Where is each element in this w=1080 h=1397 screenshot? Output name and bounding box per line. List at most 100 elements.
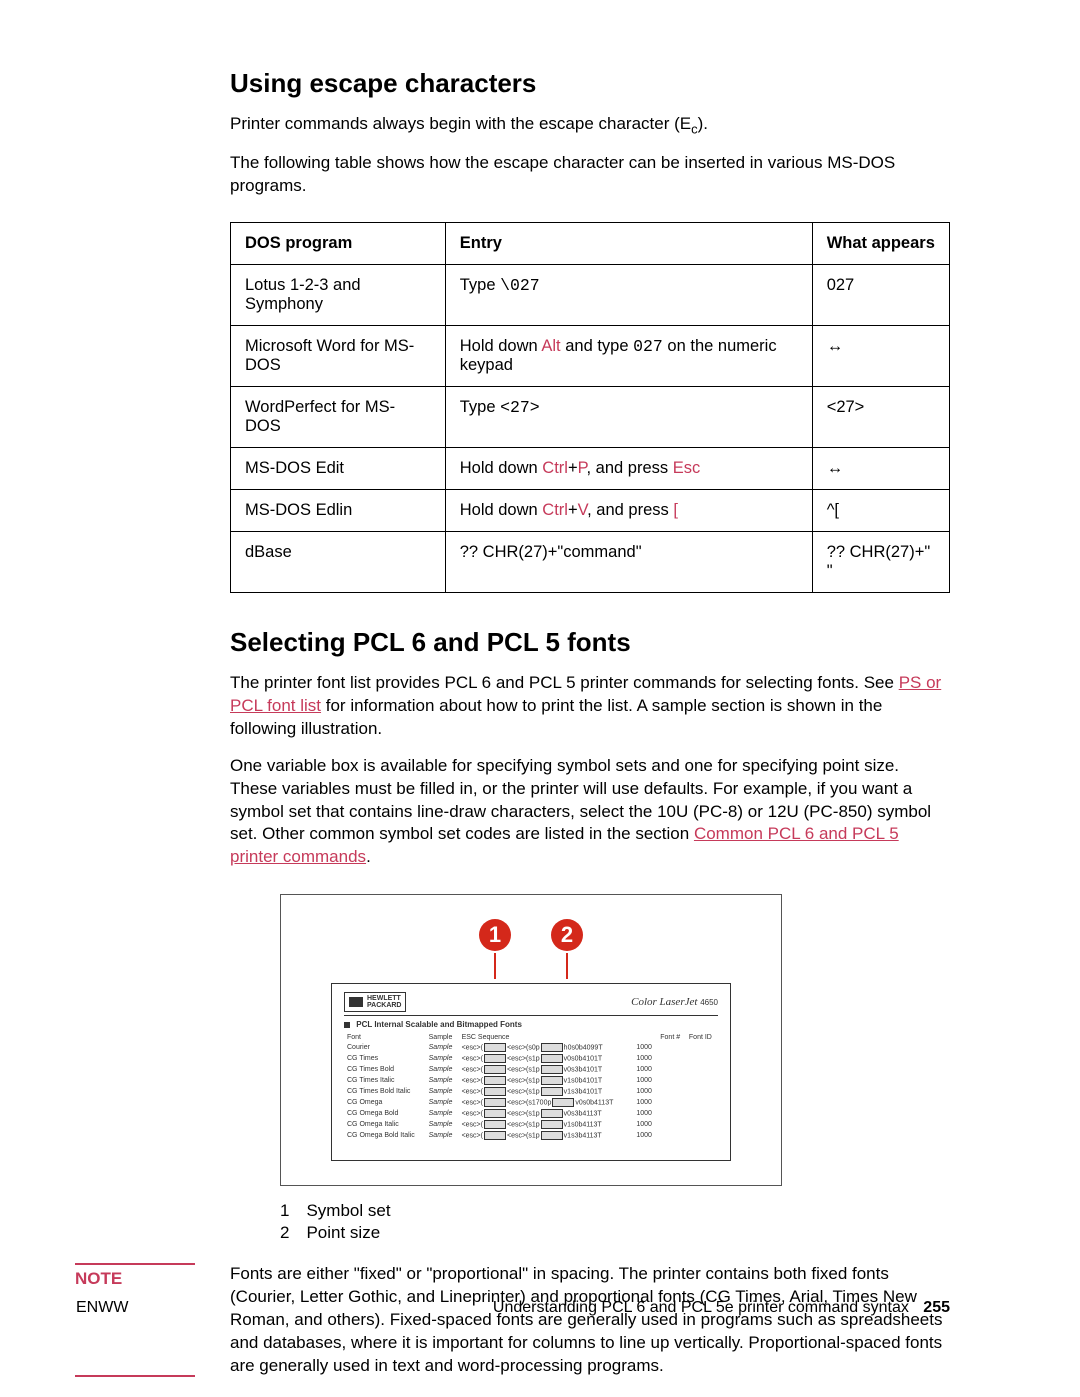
- mini-sample: Sample: [426, 1119, 459, 1130]
- callout-circle-2: 2: [551, 919, 583, 951]
- escape-table: DOS programEntryWhat appears Lotus 1-2-3…: [230, 222, 950, 593]
- symbol-set-box: [484, 1131, 506, 1140]
- mini-font-num: 1000: [633, 1064, 657, 1075]
- mini-esc: <esc>(<esc>(s1pv0s3b4101T: [459, 1064, 634, 1075]
- table-row: MS-DOS EditHold down Ctrl+P, and press E…: [231, 447, 950, 489]
- table-row: Microsoft Word for MS-DOSHold down Alt a…: [231, 325, 950, 386]
- mini-font-num: 1000: [633, 1108, 657, 1119]
- cell-entry: Type \027: [445, 264, 812, 325]
- mini-sample: Sample: [426, 1097, 459, 1108]
- mini-font-name: CG Omega Bold Italic: [344, 1130, 426, 1141]
- mini-font-num: 1000: [633, 1042, 657, 1053]
- mini-font-num: 1000: [633, 1053, 657, 1064]
- point-size-box: [541, 1076, 563, 1085]
- mini-sample: Sample: [426, 1086, 459, 1097]
- callout-line: [494, 953, 496, 979]
- mini-header-row: FontSampleESC SequenceFont #Font ID: [344, 1033, 718, 1042]
- note-label: NOTE: [75, 1269, 230, 1289]
- cell-entry: ?? CHR(27)+"command": [445, 531, 812, 592]
- symbol-set-box: [484, 1065, 506, 1074]
- footer-chapter: Understanding PCL 6 and PCL 5e printer c…: [493, 1299, 909, 1316]
- point-size-box: [541, 1043, 563, 1052]
- divider: [344, 1015, 718, 1016]
- note-sidebar: NOTE: [75, 1263, 230, 1377]
- symbol-set-box: [484, 1087, 506, 1096]
- mini-header: Font #: [657, 1033, 686, 1042]
- symbol-set-box: [484, 1109, 506, 1118]
- text: Type: [460, 276, 500, 294]
- mini-row: CG TimesSample<esc>(<esc>(s1pv0s0b4101T1…: [344, 1053, 718, 1064]
- hp-logo-text: HEWLETTPACKARD: [367, 995, 401, 1009]
- escape-para-1: Printer commands always begin with the e…: [230, 113, 950, 138]
- point-size-box: [541, 1087, 563, 1096]
- key-name: Alt: [541, 337, 560, 355]
- point-size-box: [552, 1098, 574, 1107]
- mini-font-name: CG Omega Bold: [344, 1108, 426, 1119]
- text: , and press: [587, 501, 673, 519]
- mini-sample: Sample: [426, 1042, 459, 1053]
- table-header: DOS program: [231, 222, 446, 264]
- mini-row: CG OmegaSample<esc>(<esc>(s1700pv0s0b411…: [344, 1097, 718, 1108]
- cell-program: Lotus 1-2-3 and Symphony: [231, 264, 446, 325]
- note-content: Fonts are either "fixed" or "proportiona…: [230, 1263, 950, 1392]
- mini-esc: <esc>(<esc>(s1pv1s3b4113T: [459, 1130, 634, 1141]
- symbol-set-box: [484, 1054, 506, 1063]
- mini-font-name: CG Times Italic: [344, 1075, 426, 1086]
- text: Type: [460, 398, 500, 416]
- text: +: [568, 459, 578, 477]
- table-header: Entry: [445, 222, 812, 264]
- hp-logo: HEWLETTPACKARD: [344, 992, 406, 1012]
- cell-appears: <27>: [812, 386, 949, 447]
- table-row: dBase ?? CHR(27)+"command" ?? CHR(27)+" ": [231, 531, 950, 592]
- table-row: MS-DOS EdlinHold down Ctrl+V, and press …: [231, 489, 950, 531]
- escape-para-2: The following table shows how the escape…: [230, 152, 950, 198]
- document-page: Using escape characters Printer commands…: [0, 0, 1080, 1397]
- note-text: Fonts are either "fixed" or "proportiona…: [230, 1263, 950, 1378]
- cell-entry: Hold down Ctrl+P, and press Esc: [445, 447, 812, 489]
- symbol-set-box: [484, 1076, 506, 1085]
- figure-legend: 1 Symbol set2 Point size: [280, 1201, 950, 1243]
- text: Hold down: [460, 459, 543, 477]
- point-size-box: [541, 1065, 563, 1074]
- mini-esc: <esc>(<esc>(s0ph0s0b4099T: [459, 1042, 634, 1053]
- cell-appears: 027: [812, 264, 949, 325]
- table-row: WordPerfect for MS-DOSType <27><27>: [231, 386, 950, 447]
- key-name: Ctrl: [542, 459, 568, 477]
- sheet-title: PCL Internal Scalable and Bitmapped Font…: [344, 1020, 718, 1029]
- note-block: NOTE Fonts are either "fixed" or "propor…: [75, 1263, 950, 1392]
- text: and type: [561, 337, 633, 355]
- sheet-title-text: PCL Internal Scalable and Bitmapped Font…: [356, 1020, 522, 1029]
- square-icon: [344, 1022, 350, 1028]
- mini-esc: <esc>(<esc>(s1pv1s3b4101T: [459, 1086, 634, 1097]
- cell-appears: ↔: [812, 325, 949, 386]
- mini-header: Sample: [426, 1033, 459, 1042]
- callout-line: [566, 953, 568, 979]
- mini-esc: <esc>(<esc>(s1700pv0s0b4113T: [459, 1097, 634, 1108]
- key-name: P: [578, 459, 587, 477]
- cell-program: dBase: [231, 531, 446, 592]
- mini-font-num: 1000: [633, 1097, 657, 1108]
- code-text: <27>: [500, 398, 540, 417]
- cell-appears: ?? CHR(27)+" ": [812, 531, 949, 592]
- mini-sample: Sample: [426, 1075, 459, 1086]
- mini-font-name: CG Omega: [344, 1097, 426, 1108]
- callout-2: 2: [551, 919, 583, 979]
- text: Hold down: [460, 501, 543, 519]
- key-name: V: [578, 501, 588, 519]
- mini-sample: Sample: [426, 1053, 459, 1064]
- mini-font-name: Courier: [344, 1042, 426, 1053]
- mini-sample: Sample: [426, 1130, 459, 1141]
- text: ?? CHR(27)+"command": [460, 543, 642, 561]
- symbol-set-box: [484, 1120, 506, 1129]
- mini-row: CourierSample<esc>(<esc>(s0ph0s0b4099T10…: [344, 1042, 718, 1053]
- mini-font-num: 1000: [633, 1119, 657, 1130]
- text: .: [366, 847, 371, 866]
- mini-esc: <esc>(<esc>(s1pv0s0b4101T: [459, 1053, 634, 1064]
- callout-1: 1: [479, 919, 511, 979]
- sheet-header: HEWLETTPACKARD Color LaserJet 4650: [344, 992, 718, 1012]
- note-rule-top: [75, 1263, 195, 1265]
- figure-callouts: 1 2: [281, 919, 781, 979]
- hp-logo-box: [349, 997, 363, 1007]
- point-size-box: [541, 1109, 563, 1118]
- mini-row: CG Omega Bold ItalicSample<esc>(<esc>(s1…: [344, 1130, 718, 1141]
